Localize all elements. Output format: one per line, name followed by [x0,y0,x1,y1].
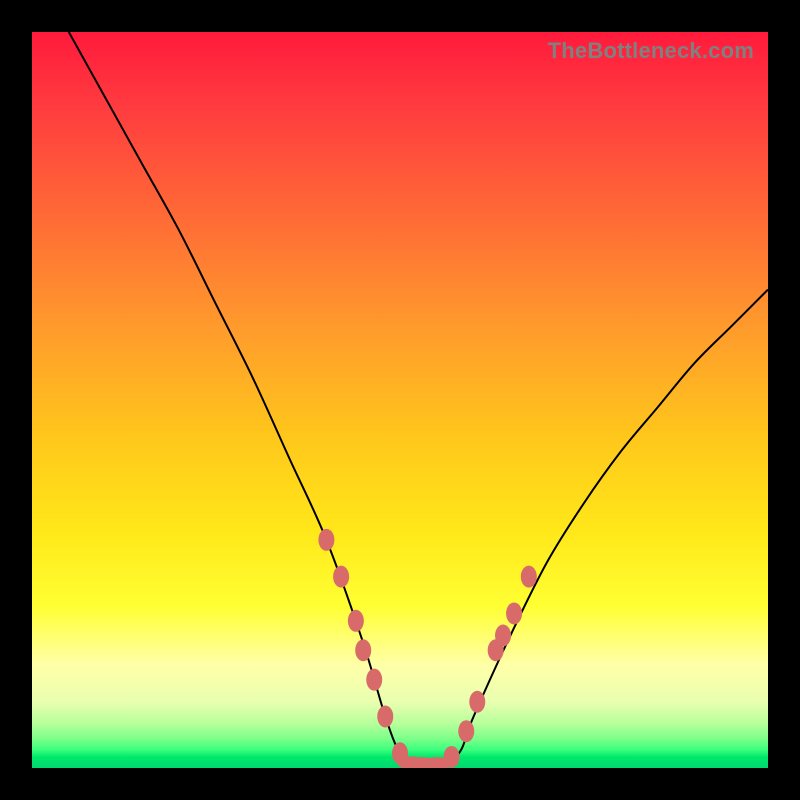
chart-frame: TheBottleneck.com [0,0,800,800]
curve-marker [495,625,511,647]
curve-marker [377,705,393,727]
curve-marker [355,639,371,661]
curve-marker [444,746,460,768]
curve-marker [318,529,334,551]
curve-marker [458,720,474,742]
curve-marker [348,610,364,632]
plot-area: TheBottleneck.com [32,32,768,768]
curve-marker [506,602,522,624]
bottleneck-curve [69,32,768,766]
curve-marker [521,566,537,588]
curve-marker [366,669,382,691]
curve-marker [469,691,485,713]
curve-layer [32,32,768,768]
curve-marker [333,566,349,588]
